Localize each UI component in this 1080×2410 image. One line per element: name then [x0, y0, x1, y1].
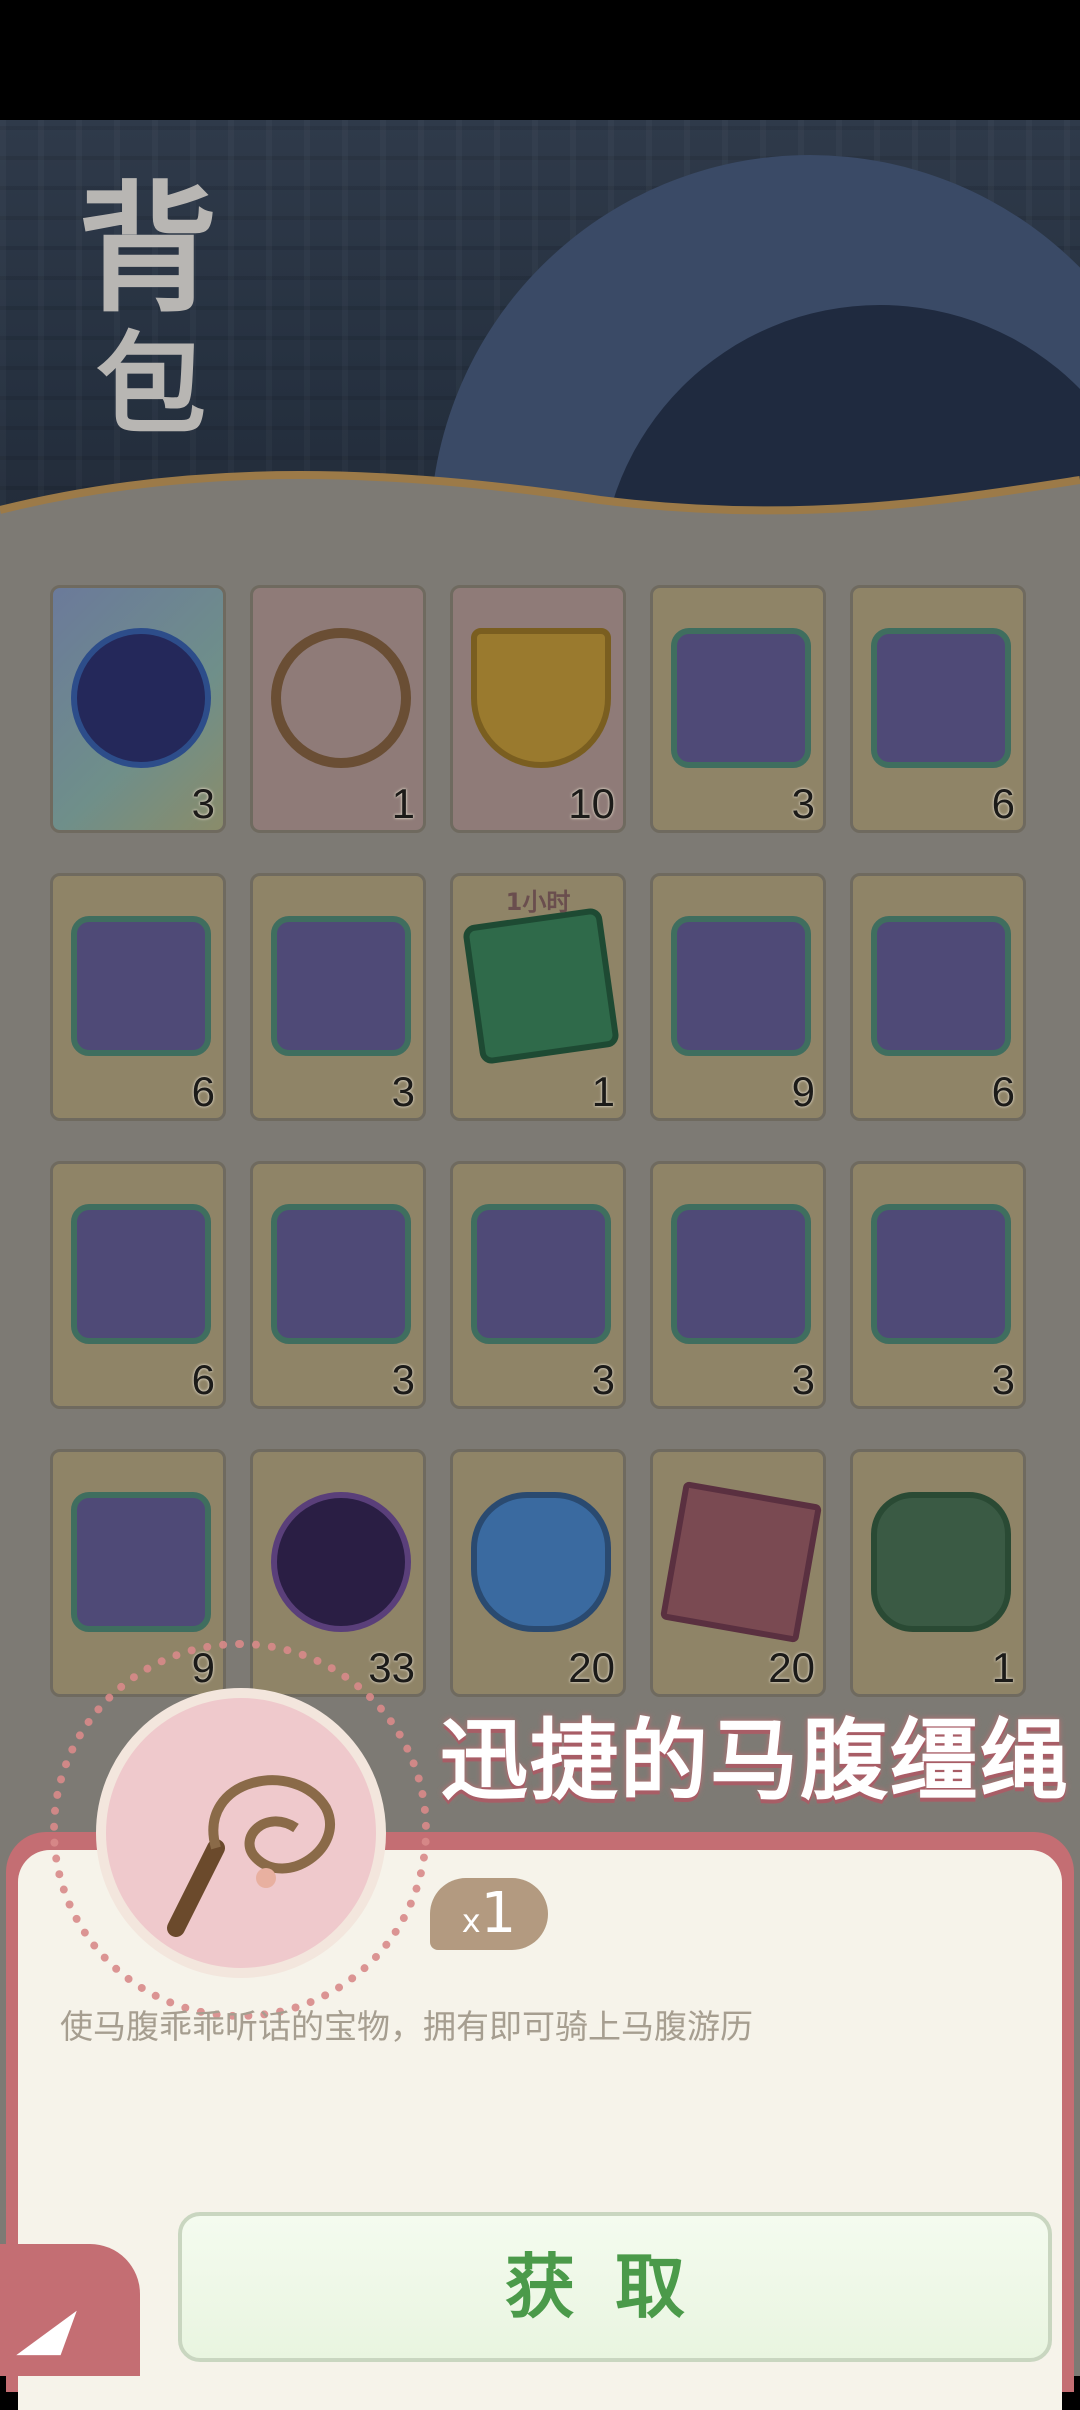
inventory-slot[interactable]: 3: [50, 585, 226, 833]
get-button[interactable]: 获取: [178, 2212, 1052, 2362]
page-title: 背 包: [78, 168, 219, 449]
slot-count: 6: [191, 1068, 215, 1115]
gold-vessel-icon: [471, 628, 611, 768]
puzzle-piece-icon: [871, 1204, 1011, 1344]
inventory-slot[interactable]: 6: [850, 585, 1026, 833]
slot-count: 6: [991, 780, 1015, 827]
slot-count: 20: [768, 1644, 815, 1691]
inventory-slot[interactable]: 20: [650, 1449, 826, 1697]
puzzle-piece-icon: [271, 916, 411, 1056]
item-preview: [96, 1688, 386, 1978]
puzzle-piece-icon: [471, 1204, 611, 1344]
back-button[interactable]: ◢: [0, 2244, 140, 2376]
inventory-slot[interactable]: 20: [450, 1449, 626, 1697]
inventory-slot[interactable]: 3: [250, 1161, 426, 1409]
inventory-slot[interactable]: 1: [850, 1449, 1026, 1697]
rune-stone-icon: [871, 1492, 1011, 1632]
quantity-value: 1: [480, 1881, 517, 1946]
back-icon: ◢: [13, 2294, 83, 2362]
vase-icon: [471, 1492, 611, 1632]
puzzle-piece-icon: [271, 1204, 411, 1344]
inventory-slot[interactable]: 3: [650, 585, 826, 833]
slot-count: 3: [791, 780, 815, 827]
inventory-slot[interactable]: 1: [250, 585, 426, 833]
book-icon: [659, 1480, 823, 1644]
page-title-line2: 包: [96, 320, 206, 449]
inventory-slot[interactable]: 10: [450, 585, 626, 833]
inventory-slot[interactable]: 6: [850, 873, 1026, 1121]
inventory-slot[interactable]: 6: [50, 1161, 226, 1409]
slot-count: 3: [591, 1356, 615, 1403]
slot-count: 1: [391, 780, 415, 827]
puzzle-piece-icon: [871, 628, 1011, 768]
orb-icon: [71, 628, 211, 768]
slot-count: 1: [591, 1068, 615, 1115]
status-bar: [0, 0, 1080, 120]
slot-count: 6: [991, 1068, 1015, 1115]
puzzle-piece-icon: [671, 628, 811, 768]
puzzle-piece-icon: [71, 1204, 211, 1344]
puzzle-piece-icon: [71, 916, 211, 1056]
slot-count: 3: [191, 780, 215, 827]
inventory-slot[interactable]: 3: [650, 1161, 826, 1409]
slot-count: 3: [391, 1356, 415, 1403]
item-name: 迅捷的马腹缰绳: [440, 1709, 1071, 1812]
slot-count: 3: [991, 1356, 1015, 1403]
item-description: 使马腹乖乖听话的宝物，拥有即可骑上马腹游历: [60, 2007, 753, 2046]
slot-count: 20: [568, 1644, 615, 1691]
puzzle-piece-icon: [671, 1204, 811, 1344]
slot-count: 6: [191, 1356, 215, 1403]
slot-count: 3: [391, 1068, 415, 1115]
slot-count: 9: [791, 1068, 815, 1115]
slot-duration-tag: 1小时: [505, 888, 571, 916]
item-quantity-badge: x1: [430, 1878, 548, 1950]
quantity-prefix: x: [461, 1902, 481, 1940]
inventory-slot[interactable]: 3: [850, 1161, 1026, 1409]
inventory-slot[interactable]: 3: [250, 873, 426, 1121]
slot-count: 3: [791, 1356, 815, 1403]
whip-icon: [271, 628, 411, 768]
slot-count: 33: [368, 1644, 415, 1691]
inventory-slot[interactable]: 9: [650, 873, 826, 1121]
inventory-slot[interactable]: 3: [450, 1161, 626, 1409]
puzzle-piece-icon: [71, 1492, 211, 1632]
inventory-slot[interactable]: 1小时 1: [450, 873, 626, 1121]
puzzle-piece-icon: [671, 916, 811, 1056]
inventory-slot[interactable]: 6: [50, 873, 226, 1121]
dark-orb-icon: [271, 1492, 411, 1632]
music-card-icon: [461, 906, 621, 1066]
puzzle-piece-icon: [871, 916, 1011, 1056]
header-wave-divider: [0, 471, 1080, 550]
whip-icon: [167, 1775, 335, 1937]
slot-count: 1: [991, 1644, 1015, 1691]
page-title-line1: 背: [78, 168, 219, 332]
slot-count: 10: [568, 780, 615, 827]
